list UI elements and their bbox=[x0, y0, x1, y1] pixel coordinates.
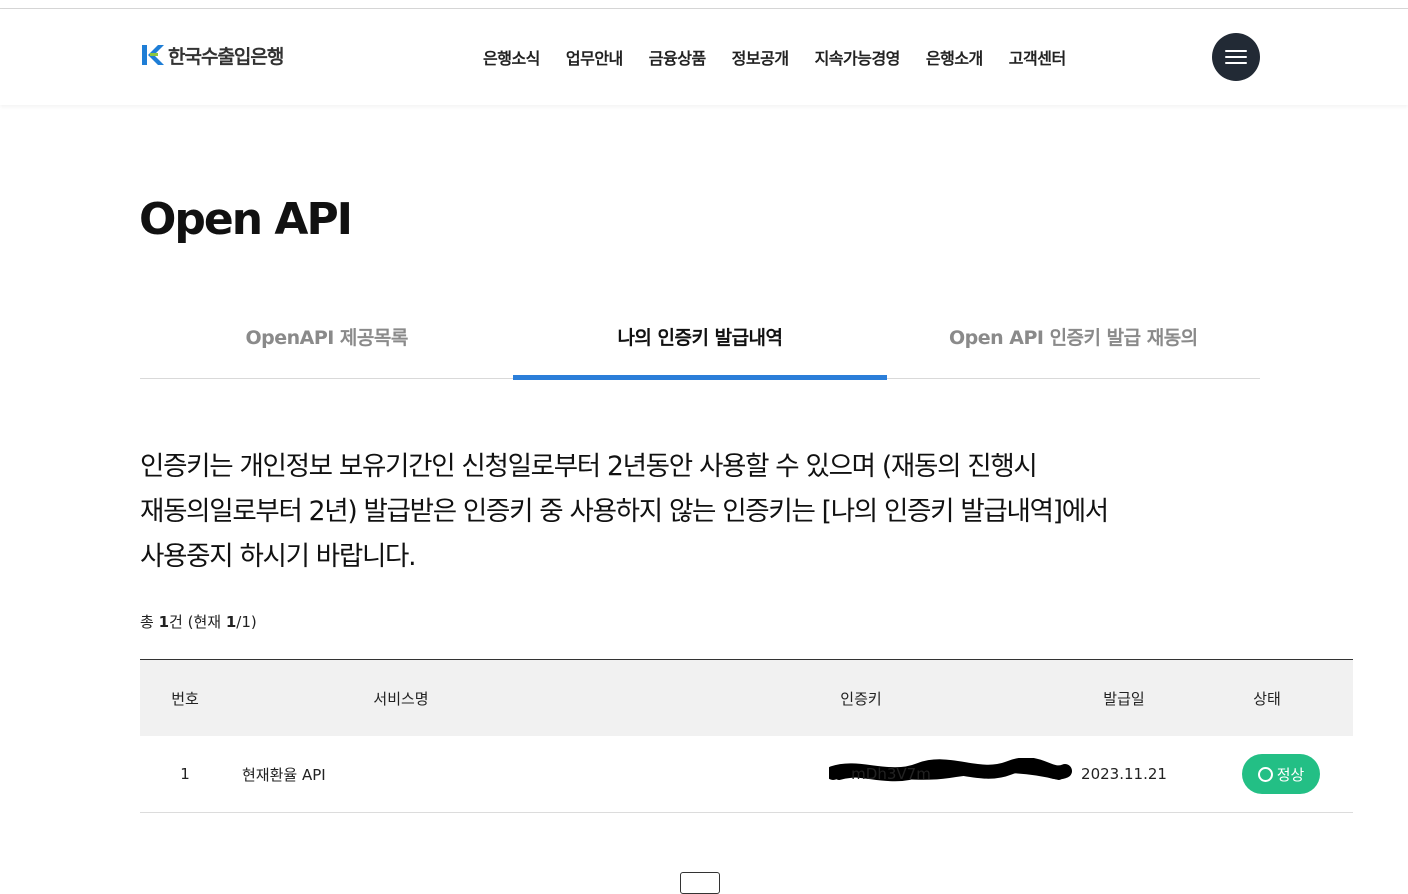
table-header-row: 번호 서비스명 인증키 발급일 상태 bbox=[140, 659, 1353, 736]
nav-item-customer-center[interactable]: 고객센터 bbox=[996, 45, 1079, 69]
tab-reconsent[interactable]: Open API 인증키 발급 재동의 bbox=[887, 318, 1260, 378]
hamburger-icon-line bbox=[1225, 62, 1247, 64]
nav-item-about[interactable]: 은행소개 bbox=[913, 45, 996, 69]
bank-logo[interactable]: 한국수출입은행 bbox=[141, 42, 284, 68]
tab-api-list[interactable]: OpenAPI 제공목록 bbox=[140, 318, 513, 378]
col-header-key: 인증키 bbox=[655, 659, 1067, 736]
nav-item-products[interactable]: 금융상품 bbox=[636, 45, 719, 69]
nav-item-news[interactable]: 은행소식 bbox=[470, 45, 553, 69]
page-title: Open API bbox=[139, 194, 353, 245]
tab-bar: OpenAPI 제공목록 나의 인증키 발급내역 Open API 인증키 발급… bbox=[140, 318, 1260, 380]
count-current: 1 bbox=[225, 613, 237, 631]
status-label: 정상 bbox=[1276, 765, 1305, 784]
notice-line: 인증키는 개인정보 보유기간인 신청일로부터 2년동안 사용할 수 있으며 (재… bbox=[140, 451, 1038, 482]
col-header-status: 상태 bbox=[1181, 659, 1353, 736]
circle-icon bbox=[1257, 766, 1273, 782]
row-status-cell: 정상 bbox=[1181, 736, 1353, 813]
row-number: 1 bbox=[140, 736, 230, 813]
nav-item-sustainability[interactable]: 지속가능경영 bbox=[802, 45, 913, 69]
hamburger-icon-line bbox=[1225, 56, 1247, 58]
notice-line: 재동의일로부터 2년) 발급받은 인증키 중 사용하지 않는 인증키는 [나의 … bbox=[140, 496, 1109, 527]
col-header-number: 번호 bbox=[140, 659, 230, 736]
notice-line: 사용중지 하시기 바랍니다. bbox=[140, 541, 417, 572]
hamburger-icon bbox=[1225, 50, 1247, 52]
all-menu-button[interactable] bbox=[1212, 33, 1260, 81]
api-key: mDh3V7m bbox=[829, 758, 1073, 783]
api-key-visible-tail: mDh3V7m bbox=[851, 765, 931, 783]
count-total: 1 bbox=[158, 613, 170, 631]
nav-item-services[interactable]: 업무안내 bbox=[553, 45, 636, 69]
col-header-service: 서비스명 bbox=[230, 659, 655, 736]
table-row: 1 현재환율 API mDh3V7m 2023.11.21 정상 bbox=[140, 736, 1353, 813]
count-prefix: 총 bbox=[140, 613, 154, 631]
api-key-table: 번호 서비스명 인증키 발급일 상태 1 현재환율 API mDh3V7m 20… bbox=[140, 659, 1353, 813]
count-unit: 건 (현재 bbox=[169, 613, 222, 631]
status-badge[interactable]: 정상 bbox=[1241, 754, 1321, 794]
k-logo-icon bbox=[142, 45, 164, 65]
nav-item-disclosure[interactable]: 정보공개 bbox=[719, 45, 802, 69]
notice-text: 인증키는 개인정보 보유기간인 신청일로부터 2년동안 사용할 수 있으며 (재… bbox=[140, 444, 1265, 579]
logo-text: 한국수출입은행 bbox=[168, 45, 284, 68]
tab-my-keys[interactable]: 나의 인증키 발급내역 bbox=[513, 318, 887, 380]
site-header: 한국수출입은행 은행소식 업무안내 금융상품 정보공개 지속가능경영 은행소개 … bbox=[0, 9, 1408, 105]
result-count: 총 1건 (현재 1/1) bbox=[140, 611, 257, 632]
row-service-name: 현재환율 API bbox=[230, 736, 655, 813]
count-pages: /1) bbox=[236, 613, 257, 631]
pagination-button[interactable] bbox=[680, 872, 720, 894]
col-header-date: 발급일 bbox=[1067, 659, 1181, 736]
main-nav: 은행소식 업무안내 금융상품 정보공개 지속가능경영 은행소개 고객센터 bbox=[470, 45, 1079, 69]
row-api-key-cell: mDh3V7m bbox=[655, 736, 1073, 813]
row-issue-date: 2023.11.21 bbox=[1067, 736, 1181, 813]
